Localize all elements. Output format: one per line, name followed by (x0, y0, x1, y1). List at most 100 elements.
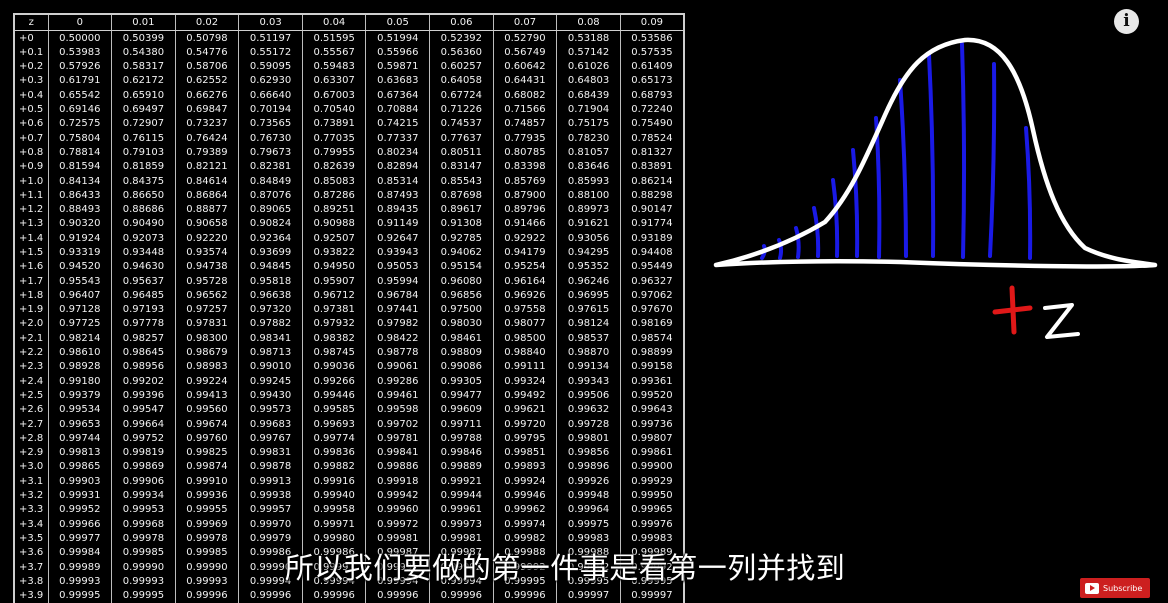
probability-cell: 0.99946 (492, 488, 557, 503)
probability-cell: 0.99957 (238, 502, 303, 518)
probability-cell: 0.82639 (301, 159, 366, 174)
z-value-cell: +2.6 (13, 402, 48, 418)
table-row: +2.3 0.98928 0.98956 0.98983 0.99010 0.99036 0… (13, 359, 684, 375)
probability-cell: 0.96562 (174, 288, 239, 303)
table-row: +1.2 0.88493 0.88686 0.88877 0.89065 0.89251 0… (13, 202, 684, 217)
probability-cell: 0.59483 (301, 59, 366, 74)
probability-cell: 0.98077 (492, 316, 557, 332)
table-row: +1.1 0.86433 0.86650 0.86864 0.87076 0.87286 0… (13, 188, 684, 203)
probability-cell: 0.99968 (111, 517, 176, 532)
probability-cell: 0.70194 (238, 102, 303, 117)
z-value-cell: +2.4 (13, 374, 48, 389)
probability-cell: 0.89617 (429, 202, 494, 217)
probability-cell: 0.83398 (492, 159, 557, 174)
probability-cell: 0.99955 (174, 502, 239, 518)
column-header: 0.05 (365, 14, 430, 31)
probability-cell: 0.61791 (47, 73, 112, 89)
probability-cell: 0.56749 (492, 45, 557, 60)
probability-cell: 0.99752 (111, 431, 176, 446)
probability-cell: 0.99446 (301, 388, 366, 403)
probability-cell: 0.99846 (429, 445, 494, 460)
probability-cell: 0.50000 (47, 30, 112, 46)
probability-cell: 0.99973 (429, 517, 494, 532)
column-header: 0.06 (429, 14, 494, 31)
probability-cell: 0.99961 (429, 502, 494, 518)
probability-cell: 0.99202 (111, 374, 176, 389)
probability-cell: 0.95352 (556, 259, 621, 275)
normal-curve-drawing: + Z (713, 37, 1158, 339)
probability-cell: 0.70540 (301, 102, 366, 117)
table-row: +1.8 0.96407 0.96485 0.96562 0.96638 0.96712 0… (13, 288, 684, 303)
probability-cell: 0.99950 (619, 488, 684, 503)
z-value-cell: +1.4 (13, 231, 48, 246)
probability-cell: 0.95154 (429, 259, 494, 275)
probability-cell: 0.96246 (556, 274, 621, 289)
probability-cell: 0.97441 (365, 302, 430, 317)
probability-cell: 0.99643 (619, 402, 684, 418)
probability-cell: 0.99893 (492, 459, 557, 475)
probability-cell: 0.97193 (111, 302, 176, 317)
probability-cell: 0.73237 (174, 116, 239, 132)
probability-cell: 0.96995 (556, 288, 621, 303)
column-header: 0.08 (556, 14, 621, 31)
probability-cell: 0.99632 (556, 402, 621, 418)
probability-cell: 0.57926 (47, 59, 112, 74)
table-row: +1.4 0.91924 0.92073 0.92220 0.92364 0.92507 0… (13, 231, 684, 246)
probability-cell: 0.99878 (238, 459, 303, 475)
subscribe-button[interactable]: Subscribe (1080, 578, 1150, 598)
probability-cell: 0.99976 (619, 517, 684, 532)
probability-cell: 0.94630 (111, 259, 176, 275)
probability-cell: 0.98610 (47, 345, 112, 360)
probability-cell: 0.97778 (111, 316, 176, 332)
probability-cell: 0.99972 (365, 517, 430, 532)
probability-cell: 0.64431 (492, 73, 557, 89)
probability-cell: 0.99477 (429, 388, 494, 403)
probability-cell: 0.99788 (429, 431, 494, 446)
probability-cell: 0.53586 (619, 30, 684, 46)
probability-cell: 0.99711 (429, 417, 494, 432)
probability-cell: 0.99903 (47, 474, 112, 489)
probability-cell: 0.69847 (174, 102, 239, 117)
info-icon[interactable]: i (1114, 9, 1139, 34)
z-value-cell: +1.9 (13, 302, 48, 317)
probability-cell: 0.84614 (174, 173, 239, 189)
probability-cell: 0.98713 (238, 345, 303, 360)
probability-cell: 0.79673 (238, 145, 303, 160)
shading-stroke (960, 42, 967, 259)
probability-cell: 0.66640 (238, 88, 303, 103)
probability-cell: 0.99944 (429, 488, 494, 503)
probability-cell: 0.64058 (429, 73, 494, 89)
probability-cell: 0.96485 (111, 288, 176, 303)
probability-cell: 0.80234 (365, 145, 430, 160)
probability-cell: 0.99977 (47, 531, 112, 546)
probability-cell: 0.99664 (111, 417, 176, 432)
probability-cell: 0.79955 (301, 145, 366, 160)
probability-cell: 0.99702 (365, 417, 430, 432)
probability-cell: 0.99430 (238, 388, 303, 403)
probability-cell: 0.99585 (301, 402, 366, 418)
probability-cell: 0.96712 (301, 288, 366, 303)
probability-cell: 0.97558 (492, 302, 557, 317)
probability-cell: 0.99520 (619, 388, 684, 403)
probability-cell: 0.77935 (492, 131, 557, 146)
z-value-cell: +0.4 (13, 88, 48, 103)
probability-cell: 0.84375 (111, 173, 176, 189)
shading-stroke (794, 226, 801, 259)
probability-cell: 0.99938 (238, 488, 303, 503)
probability-cell: 0.99836 (301, 445, 366, 460)
probability-cell: 0.94179 (492, 245, 557, 260)
probability-cell: 0.90824 (238, 216, 303, 232)
probability-cell: 0.99461 (365, 388, 430, 403)
z-table: z 0 0.01 0.02 0.03 0.04 0.05 0.06 0.07 0.08 0.09 +… (13, 13, 685, 603)
probability-cell: 0.99996 (238, 588, 303, 603)
probability-cell: 0.74215 (365, 116, 430, 132)
probability-cell: 0.99305 (429, 374, 494, 389)
probability-cell: 0.99728 (556, 417, 621, 432)
probability-cell: 0.75490 (619, 116, 684, 132)
probability-cell: 0.96407 (47, 288, 112, 303)
table-row: +1.6 0.94520 0.94630 0.94738 0.94845 0.94950 0… (13, 259, 684, 275)
table-row: +1.9 0.97128 0.97193 0.97257 0.97320 0.97381 0… (13, 302, 684, 317)
probability-cell: 0.96784 (365, 288, 430, 303)
probability-cell: 0.95543 (47, 274, 112, 289)
z-value-cell: +0.9 (13, 159, 48, 174)
